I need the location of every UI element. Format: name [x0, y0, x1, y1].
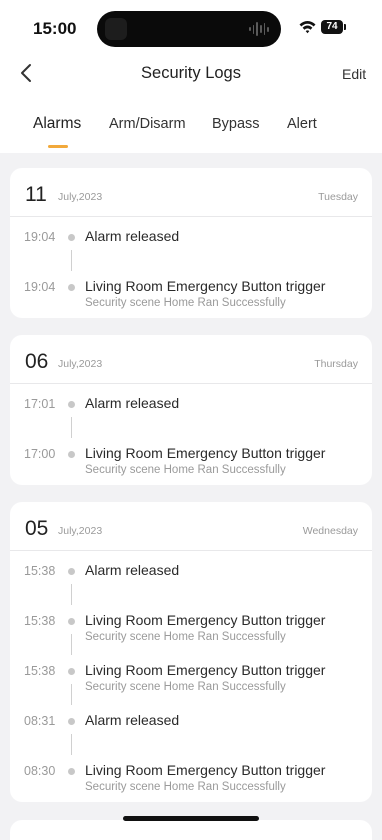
entry-time: 15:38 [24, 664, 56, 678]
timeline-line [71, 684, 72, 705]
entry-title: Living Room Emergency Button trigger [85, 762, 326, 778]
timeline-line [71, 584, 72, 605]
day-header: 06 July,2023 Thursday [10, 335, 372, 384]
month-year: July,2023 [58, 358, 103, 370]
day-number: 05 [25, 517, 49, 540]
status-time: 15:00 [33, 19, 77, 38]
day-card: 05 July,2023 Wednesday 15:38 Alarm relea… [10, 502, 372, 802]
timeline-dot [68, 668, 75, 675]
day-number: 11 [25, 183, 47, 206]
log-entry[interactable]: 08:30 Living Room Emergency Button trigg… [10, 762, 372, 796]
log-entry[interactable]: 15:38 Living Room Emergency Button trigg… [10, 612, 372, 646]
page-title: Security Logs [141, 64, 241, 82]
log-entry[interactable]: 17:00 Living Room Emergency Button trigg… [10, 445, 372, 479]
entry-title: Alarm released [85, 712, 180, 728]
day-number: 06 [25, 350, 49, 373]
tab-alarms[interactable]: Alarms [33, 115, 81, 133]
tab-alert[interactable]: Alert [287, 116, 317, 132]
weekday: Tuesday [318, 191, 358, 203]
entry-time: 17:00 [24, 447, 56, 461]
entry-subtitle: Security scene Home Ran Successfully [85, 681, 286, 693]
timeline-line [71, 734, 72, 755]
entry-time: 19:04 [24, 280, 56, 294]
entry-time: 19:04 [24, 230, 56, 244]
dynamic-island [97, 11, 281, 47]
top-bar: 15:00 74 Security Logs Edit Alarms Arm/D… [0, 0, 382, 153]
timeline-dot [68, 768, 75, 775]
timeline-line [71, 250, 72, 271]
timeline-dot [68, 284, 75, 291]
weekday: Wednesday [302, 525, 358, 537]
camera-icon [105, 18, 127, 40]
audio-wave-icon [249, 21, 270, 37]
entry-title: Alarm released [85, 395, 180, 411]
entry-subtitle: Security scene Home Ran Successfully [85, 297, 286, 309]
log-entry[interactable]: 19:04 Alarm released [10, 228, 372, 262]
log-entry[interactable]: 08:31 Alarm released [10, 712, 372, 746]
entry-subtitle: Security scene Home Ran Successfully [85, 464, 286, 476]
active-tab-indicator [48, 145, 68, 148]
entry-subtitle: Security scene Home Ran Successfully [85, 781, 286, 793]
home-indicator[interactable] [123, 816, 259, 821]
log-entry[interactable]: 17:01 Alarm released [10, 395, 372, 429]
log-entry[interactable]: 19:04 Living Room Emergency Button trigg… [10, 278, 372, 312]
battery-tip [344, 24, 346, 30]
weekday: Thursday [314, 358, 358, 370]
timeline-dot [68, 718, 75, 725]
entry-title: Living Room Emergency Button trigger [85, 278, 326, 294]
wifi-icon [299, 21, 316, 34]
day-card: 11 July,2023 Tuesday 19:04 Alarm release… [10, 168, 372, 318]
entry-subtitle: Security scene Home Ran Successfully [85, 631, 286, 643]
edit-button[interactable]: Edit [342, 66, 366, 82]
timeline-line [71, 634, 72, 655]
timeline-dot [68, 618, 75, 625]
entry-title: Alarm released [85, 228, 180, 244]
entry-title: Alarm released [85, 562, 180, 578]
timeline-line [71, 417, 72, 438]
next-day-card [10, 820, 372, 840]
log-entry[interactable]: 15:38 Alarm released [10, 562, 372, 596]
entry-time: 15:38 [24, 564, 56, 578]
month-year: July,2023 [58, 191, 103, 203]
battery-icon: 74 [321, 20, 343, 34]
entry-title: Living Room Emergency Button trigger [85, 445, 326, 461]
month-year: July,2023 [58, 525, 103, 537]
day-header: 11 July,2023 Tuesday [10, 168, 372, 217]
entry-time: 08:30 [24, 764, 56, 778]
day-header: 05 July,2023 Wednesday [10, 502, 372, 551]
log-entry[interactable]: 15:38 Living Room Emergency Button trigg… [10, 662, 372, 696]
day-card: 06 July,2023 Thursday 17:01 Alarm releas… [10, 335, 372, 485]
entry-time: 08:31 [24, 714, 56, 728]
entry-title: Living Room Emergency Button trigger [85, 612, 326, 628]
timeline-dot [68, 451, 75, 458]
timeline-dot [68, 401, 75, 408]
tab-arm-disarm[interactable]: Arm/Disarm [109, 116, 186, 132]
entry-title: Living Room Emergency Button trigger [85, 662, 326, 678]
timeline-dot [68, 234, 75, 241]
timeline-dot [68, 568, 75, 575]
entry-time: 17:01 [24, 397, 56, 411]
entry-time: 15:38 [24, 614, 56, 628]
tab-bypass[interactable]: Bypass [212, 116, 260, 132]
